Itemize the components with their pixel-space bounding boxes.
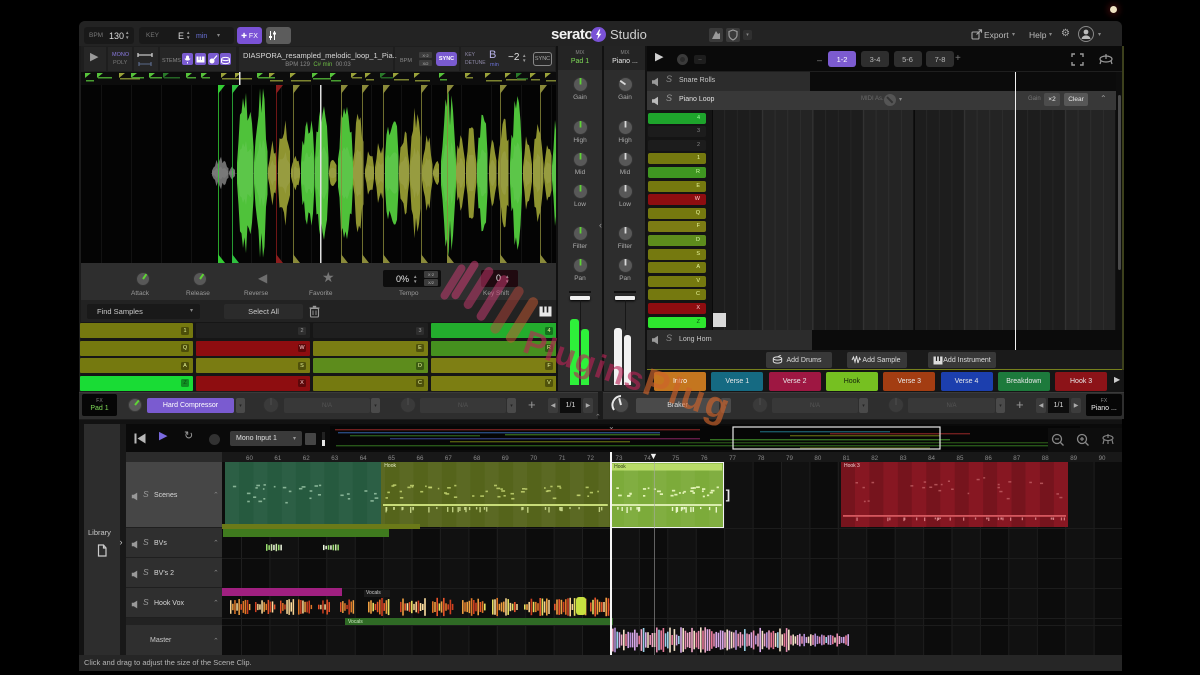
svg-text:88: 88 <box>1042 455 1049 462</box>
svg-text:64: 64 <box>360 455 367 462</box>
svg-text:60: 60 <box>246 455 253 462</box>
svg-text:78: 78 <box>758 455 765 462</box>
svg-text:67: 67 <box>445 455 452 462</box>
svg-text:73: 73 <box>616 455 623 462</box>
svg-text:80: 80 <box>814 455 821 462</box>
svg-text:77: 77 <box>729 455 736 462</box>
svg-text:89: 89 <box>1070 455 1077 462</box>
svg-text:63: 63 <box>331 455 338 462</box>
svg-text:76: 76 <box>701 455 708 462</box>
svg-text:75: 75 <box>672 455 679 462</box>
svg-text:85: 85 <box>957 455 964 462</box>
svg-text:72: 72 <box>587 455 594 462</box>
svg-text:66: 66 <box>417 455 424 462</box>
svg-text:70: 70 <box>530 455 537 462</box>
svg-text:82: 82 <box>871 455 878 462</box>
svg-text:83: 83 <box>900 455 907 462</box>
svg-text:79: 79 <box>786 455 793 462</box>
svg-text:61: 61 <box>274 455 281 462</box>
svg-text:65: 65 <box>388 455 395 462</box>
svg-text:69: 69 <box>502 455 509 462</box>
svg-text:84: 84 <box>928 455 935 462</box>
svg-text:71: 71 <box>559 455 566 462</box>
svg-text:68: 68 <box>473 455 480 462</box>
svg-text:86: 86 <box>985 455 992 462</box>
svg-text:90: 90 <box>1099 455 1106 462</box>
svg-text:87: 87 <box>1013 455 1020 462</box>
svg-text:62: 62 <box>303 455 310 462</box>
svg-text:81: 81 <box>843 455 850 462</box>
